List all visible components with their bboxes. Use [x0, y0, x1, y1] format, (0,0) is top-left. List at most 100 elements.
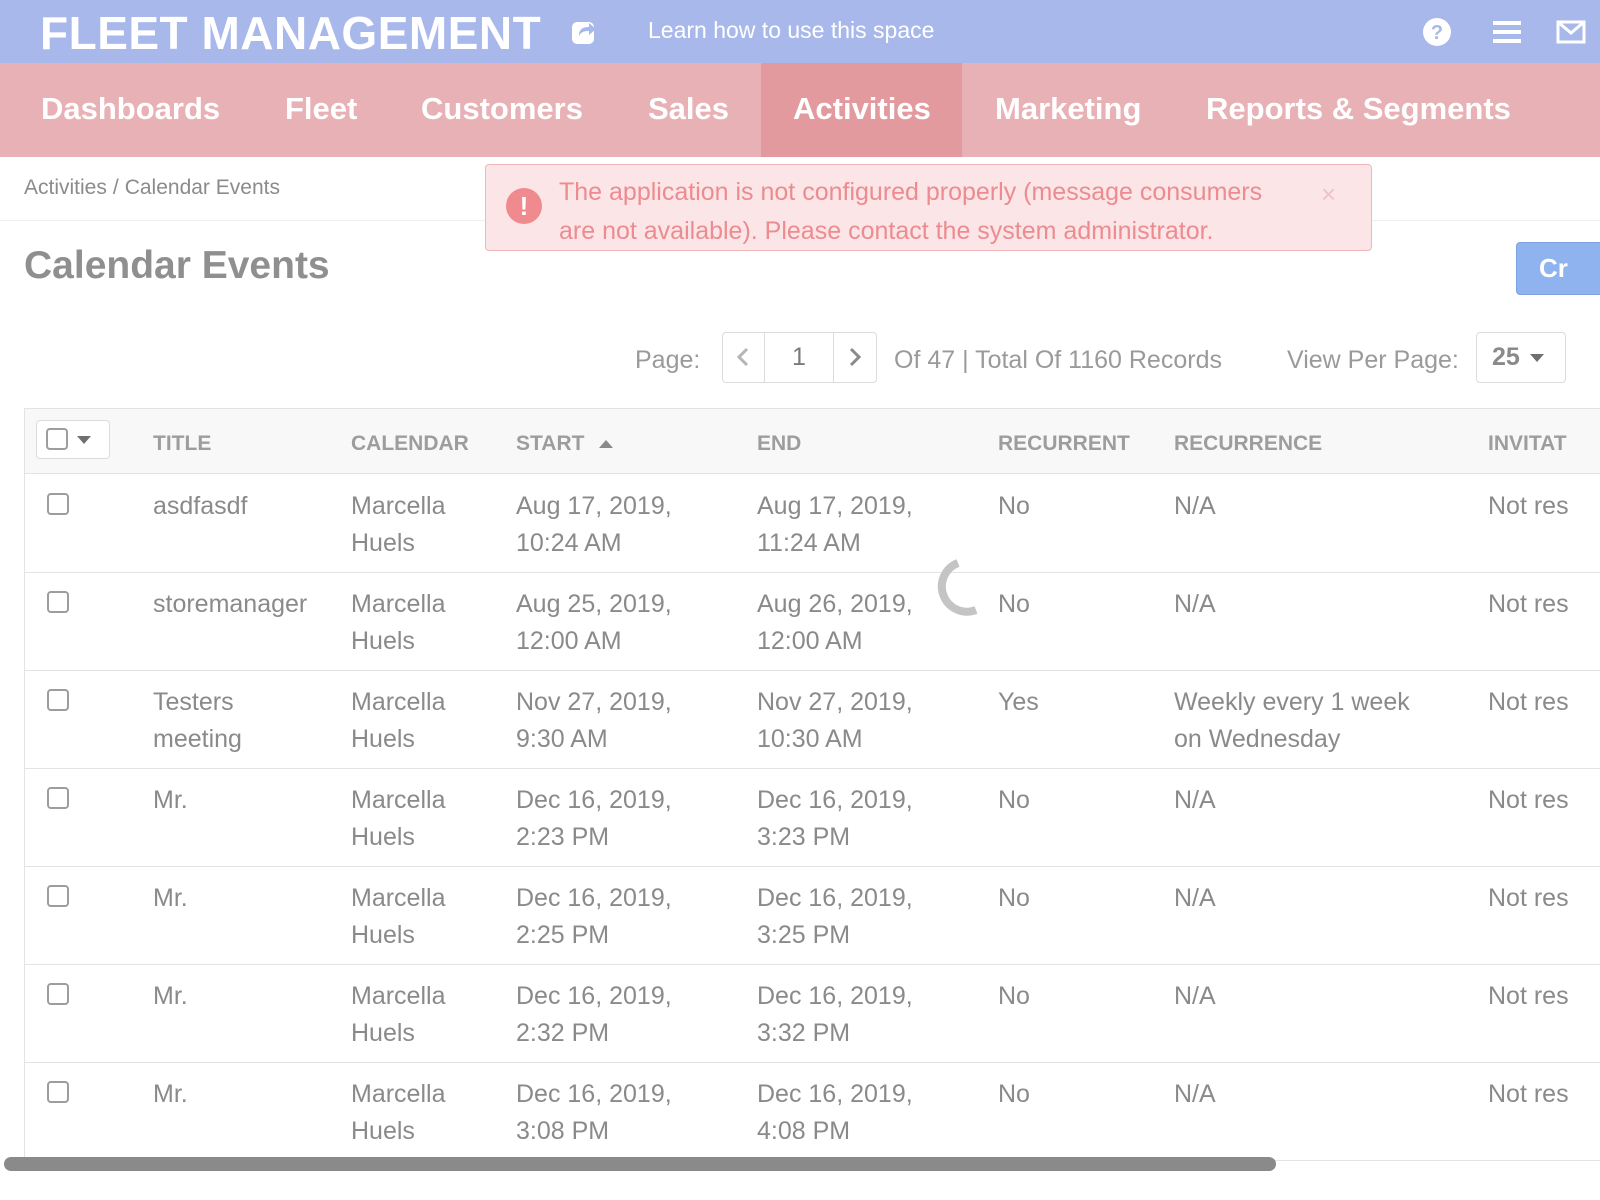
calendar-events-grid: TITLE CALENDAR START END RECURRENT RECUR…: [24, 408, 1600, 1169]
cell-calendar: Marcella Huels: [351, 488, 445, 562]
cell-invitation: Not res: [1488, 884, 1569, 912]
breadcrumb-parent[interactable]: Activities: [24, 176, 107, 199]
cell-recurrent: No: [998, 492, 1030, 520]
cell-recurrence-line: N/A: [1174, 884, 1216, 912]
breadcrumb-separator: /: [112, 176, 119, 199]
table-row[interactable]: Mr. Marcella Huels Dec 16, 2019, 2:32 PM Dec …: [25, 964, 1600, 1063]
row-checkbox[interactable]: [47, 591, 69, 613]
help-icon[interactable]: ?: [1422, 17, 1452, 47]
cell-start-line: Nov 27, 2019,: [516, 688, 672, 716]
cell-start-line: Dec 16, 2019,: [516, 786, 672, 814]
cell-recurrent: No: [998, 982, 1030, 1010]
column-end[interactable]: END: [757, 432, 801, 456]
cell-start: Nov 27, 2019, 9:30 AM: [516, 684, 672, 758]
cell-recurrence-line: N/A: [1174, 982, 1216, 1010]
loading-spinner-icon: [937, 559, 978, 616]
nav-reports-segments[interactable]: Reports & Segments: [1174, 63, 1543, 157]
mail-icon[interactable]: [1556, 18, 1586, 46]
cell-title-line: Mr.: [153, 786, 188, 814]
table-row[interactable]: Mr. Marcella Huels Dec 16, 2019, 3:08 PM Dec …: [25, 1062, 1600, 1161]
cell-calendar: Marcella Huels: [351, 880, 445, 954]
cell-recurrent: No: [998, 1080, 1030, 1108]
cell-recurrence: N/A: [1174, 1076, 1216, 1113]
cell-start-line: 2:32 PM: [516, 1019, 610, 1047]
error-alert: ! The application is not configured prop…: [485, 164, 1372, 251]
cell-start: Dec 16, 2019, 3:08 PM: [516, 1076, 672, 1150]
pagination-total: Of 47 | Total Of 1160 Records: [894, 346, 1222, 374]
caret-down-icon: [1529, 354, 1544, 363]
nav-fleet[interactable]: Fleet: [254, 63, 388, 157]
next-page-button[interactable]: [833, 333, 876, 382]
column-recurrent[interactable]: RECURRENT: [998, 432, 1130, 456]
per-page-label: View Per Page:: [1287, 346, 1459, 374]
nav-customers[interactable]: Customers: [390, 63, 614, 157]
table-row[interactable]: Mr. Marcella Huels Dec 16, 2019, 2:25 PM Dec …: [25, 866, 1600, 965]
learn-link[interactable]: Learn how to use this space: [648, 17, 934, 44]
cell-title: Mr.: [153, 1076, 188, 1113]
cell-calendar: Marcella Huels: [351, 782, 445, 856]
sort-ascending-icon: [599, 440, 614, 449]
app-title[interactable]: FLEET MANAGEMENT: [40, 6, 541, 60]
cell-calendar-line: Marcella: [351, 786, 446, 814]
nav-sales[interactable]: Sales: [616, 63, 761, 157]
cell-invitation: Not res: [1488, 492, 1569, 520]
prev-page-button[interactable]: [723, 333, 765, 382]
cell-end-line: 3:32 PM: [757, 1019, 851, 1047]
row-checkbox[interactable]: [47, 1081, 69, 1103]
table-row[interactable]: Testers meeting Marcella Huels Nov 27, 2019,…: [25, 670, 1600, 769]
page-number-input[interactable]: 1: [764, 333, 834, 382]
close-icon[interactable]: ×: [1321, 179, 1336, 210]
cell-recurrence-line: N/A: [1174, 786, 1216, 814]
cell-start-line: Dec 16, 2019,: [516, 982, 672, 1010]
cell-recurrence-line: N/A: [1174, 1080, 1216, 1108]
cell-title: storemanager: [153, 586, 307, 623]
per-page-select[interactable]: 25: [1476, 332, 1566, 383]
cell-end: Dec 16, 2019, 3:23 PM: [757, 782, 913, 856]
cell-end-line: Aug 26, 2019,: [757, 590, 913, 618]
column-title[interactable]: TITLE: [153, 432, 211, 456]
column-invitation[interactable]: INVITAT: [1488, 432, 1567, 456]
cell-calendar-line: Marcella: [351, 492, 446, 520]
cell-recurrent: No: [998, 590, 1030, 618]
column-calendar[interactable]: CALENDAR: [351, 432, 469, 456]
main-nav: Dashboards Fleet Customers Sales Activit…: [0, 63, 1600, 157]
row-checkbox[interactable]: [47, 983, 69, 1005]
cell-calendar-line: Marcella: [351, 688, 446, 716]
select-all-checkbox[interactable]: [46, 428, 68, 450]
column-start[interactable]: START: [516, 432, 614, 456]
table-row[interactable]: Mr. Marcella Huels Dec 16, 2019, 2:23 PM Dec …: [25, 768, 1600, 867]
column-recurrence[interactable]: RECURRENCE: [1174, 432, 1322, 456]
cell-title-line: Mr.: [153, 1080, 188, 1108]
breadcrumb: Activities / Calendar Events: [24, 176, 280, 200]
horizontal-scrollbar[interactable]: [4, 1157, 1276, 1171]
mass-action-select[interactable]: [36, 420, 110, 459]
cell-end: Nov 27, 2019, 10:30 AM: [757, 684, 913, 758]
row-checkbox[interactable]: [47, 787, 69, 809]
row-checkbox[interactable]: [47, 689, 69, 711]
nav-dashboards[interactable]: Dashboards: [0, 63, 261, 157]
nav-activities[interactable]: Activities: [761, 63, 962, 157]
cell-start: Aug 17, 2019, 10:24 AM: [516, 488, 672, 562]
cell-end-line: Dec 16, 2019,: [757, 1080, 913, 1108]
breadcrumb-current: Calendar Events: [124, 176, 280, 199]
cell-title-line: storemanager: [153, 590, 308, 618]
table-row[interactable]: asdfasdf Marcella Huels Aug 17, 2019, 10:24 …: [25, 474, 1600, 573]
caret-down-icon[interactable]: [77, 436, 91, 444]
cell-calendar-line: Marcella: [351, 884, 446, 912]
row-checkbox[interactable]: [47, 493, 69, 515]
row-checkbox[interactable]: [47, 885, 69, 907]
page-title: Calendar Events: [24, 244, 330, 287]
cell-title-line: Mr.: [153, 982, 188, 1010]
share-icon[interactable]: [570, 16, 600, 46]
menu-icon[interactable]: [1492, 18, 1522, 46]
cell-invitation: Not res: [1488, 688, 1569, 716]
create-calendar-event-button[interactable]: Cr: [1516, 242, 1600, 295]
cell-start: Aug 25, 2019, 12:00 AM: [516, 586, 672, 660]
nav-marketing[interactable]: Marketing: [963, 63, 1173, 157]
cell-recurrence-line: on Wednesday: [1174, 725, 1341, 753]
table-row[interactable]: storemanager Marcella Huels Aug 25, 2019, 12…: [25, 572, 1600, 671]
cell-title: Mr.: [153, 782, 188, 819]
cell-calendar-line: Huels: [351, 627, 415, 655]
cell-title-line: Testers: [153, 688, 234, 716]
cell-calendar-line: Huels: [351, 1019, 415, 1047]
